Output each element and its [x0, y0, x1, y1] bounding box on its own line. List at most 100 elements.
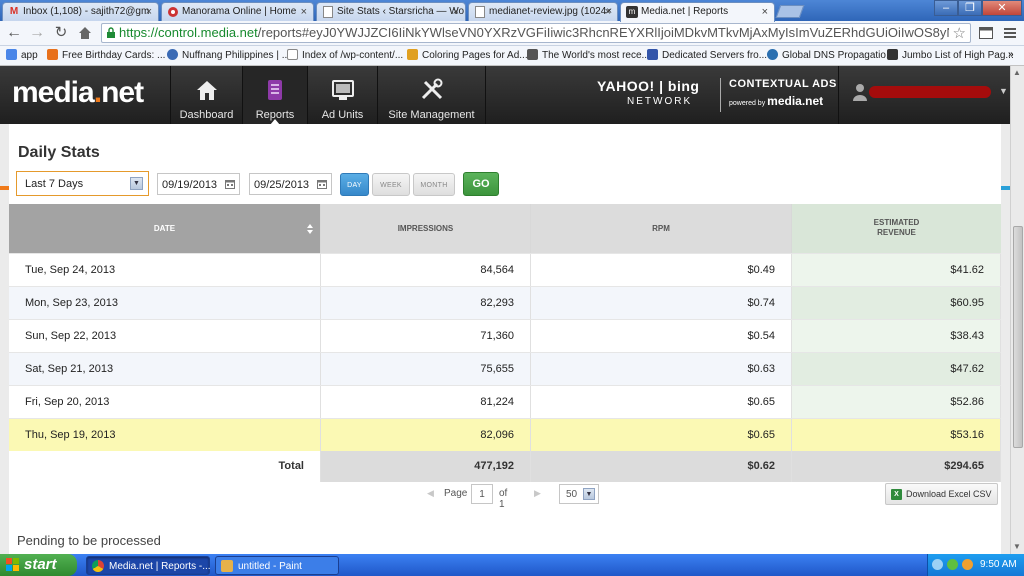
windows-flag-icon — [6, 558, 19, 571]
chevron-down-icon: ▼ — [999, 86, 1008, 96]
scrollbar-thumb[interactable] — [1013, 226, 1023, 448]
date-range-value: Last 7 Days — [25, 178, 84, 190]
wrench-menu-icon[interactable] — [1002, 25, 1018, 41]
tab-close-icon[interactable]: × — [301, 6, 307, 18]
column-header-impressions[interactable]: IMPRESSIONS — [321, 204, 531, 253]
tab-close-icon[interactable]: × — [146, 6, 152, 18]
browser-tab-reports[interactable]: m Media.net | Reports × — [620, 2, 775, 22]
start-button[interactable]: start — [0, 554, 77, 576]
bookmark-dns-propagation[interactable]: Global DNS Propagatio... — [767, 49, 894, 61]
coloring-icon — [407, 49, 418, 60]
scroll-up-icon[interactable]: ▲ — [1013, 68, 1021, 77]
taskbar-item-paint[interactable]: untitled - Paint — [215, 556, 339, 575]
minimize-button[interactable]: – — [934, 0, 958, 16]
end-date-field[interactable]: 09/25/2013 — [249, 173, 332, 195]
date-range-select[interactable]: Last 7 Days ▼ — [16, 171, 149, 196]
calendar-icon[interactable] — [317, 179, 327, 189]
cell-revenue: $60.95 — [792, 287, 1001, 319]
scroll-down-icon[interactable]: ▼ — [1013, 542, 1021, 551]
next-page-icon[interactable]: ▶ — [534, 488, 541, 499]
bookmark-jumbo-list[interactable]: Jumbo List of High Pag... — [887, 49, 1014, 61]
medianet-logo[interactable]: media.net — [12, 76, 144, 110]
user-menu[interactable]: ▼ — [838, 66, 1010, 124]
bookmark-birthday-cards[interactable]: Free Birthday Cards: ... — [47, 49, 165, 61]
cell-impressions: 71,360 — [321, 320, 531, 352]
cell-revenue: $53.16 — [792, 419, 1001, 451]
browser-tab-gmail[interactable]: M Inbox (1,108) - sajith72@gm × — [2, 2, 159, 21]
nav-ad-units[interactable]: Ad Units — [308, 66, 378, 124]
contextual-ads-logo: CONTEXTUAL ADS powered by media.net — [720, 78, 837, 112]
tray-security-icon[interactable] — [947, 559, 958, 570]
page-number-input[interactable]: 1 — [471, 484, 493, 504]
bookmark-nuffnang[interactable]: Nuffnang Philippines | ... — [167, 49, 290, 61]
cell-impressions: 75,655 — [321, 353, 531, 385]
bookmark-label: Nuffnang Philippines | ... — [182, 50, 291, 61]
nav-label: Site Management — [388, 109, 475, 121]
column-label: ESTIMATED — [873, 218, 920, 227]
redacted-username — [869, 86, 991, 98]
download-excel-button[interactable]: X Download Excel CSV — [885, 483, 998, 505]
bookmark-worlds-most[interactable]: The World's most rece... — [527, 49, 650, 61]
bookmark-app[interactable]: app — [6, 49, 38, 61]
chevron-down-icon: ▼ — [130, 177, 143, 190]
bookmark-dedicated-servers[interactable]: Dedicated Servers fro... — [647, 49, 767, 61]
tab-title: Media.net | Reports — [641, 6, 729, 17]
month-button[interactable]: MONTH — [413, 173, 455, 196]
total-impressions: 477,192 — [321, 451, 531, 482]
bookmark-label: The World's most rece... — [542, 50, 650, 61]
restore-button[interactable]: ❐ — [958, 0, 982, 16]
forward-icon[interactable]: → — [27, 24, 47, 42]
tray-network-icon[interactable] — [962, 559, 973, 570]
cell-date: Fri, Sep 20, 2013 — [9, 386, 321, 418]
cell-revenue: $47.62 — [792, 353, 1001, 385]
home-button[interactable] — [75, 24, 95, 42]
bookmark-star-icon[interactable]: ☆ — [953, 24, 966, 42]
tray-arrow-icon[interactable] — [932, 559, 943, 570]
tab-close-icon[interactable]: × — [762, 6, 768, 18]
browser-tab-manorama[interactable]: Manorama Online | Home × — [161, 2, 314, 21]
user-icon — [853, 84, 867, 101]
bookmark-wp-content[interactable]: Index of /wp-content/... — [287, 49, 403, 61]
taskbar-item-chrome[interactable]: Media.net | Reports -... — [86, 556, 211, 575]
logo-dot: . — [93, 76, 102, 109]
browser-tab-site-stats[interactable]: Site Stats ‹ Starsricha — Wo × — [316, 2, 466, 21]
home-icon — [196, 81, 217, 100]
paint-icon — [221, 560, 233, 572]
nav-label: Ad Units — [321, 109, 364, 121]
rows-per-page-select[interactable]: 50 ▼ — [559, 484, 599, 504]
browser-tab-image[interactable]: medianet-review.jpg (1024× × — [468, 2, 618, 21]
tab-close-icon[interactable]: × — [453, 6, 459, 18]
cell-revenue: $38.43 — [792, 320, 1001, 352]
calendar-icon[interactable] — [225, 179, 235, 189]
chevron-down-icon: ▼ — [583, 488, 595, 500]
tab-close-icon[interactable]: × — [605, 6, 611, 18]
back-icon[interactable]: ← — [4, 24, 24, 42]
cell-rpm: $0.49 — [531, 254, 792, 286]
bookmark-label: Global DNS Propagatio... — [782, 50, 895, 61]
close-window-button[interactable]: ✕ — [982, 0, 1022, 16]
page-menu-icon[interactable] — [978, 25, 994, 41]
nav-reports[interactable]: Reports — [243, 66, 308, 125]
nav-dashboard[interactable]: Dashboard — [170, 66, 243, 124]
day-button[interactable]: DAY — [340, 173, 369, 196]
partner-network: NETWORK — [627, 96, 693, 107]
bookmark-coloring-pages[interactable]: Coloring Pages for Ad... — [407, 49, 528, 61]
column-header-date[interactable]: DATE — [9, 204, 321, 253]
reload-icon[interactable]: ↻ — [51, 24, 71, 42]
table-row: Tue, Sep 24, 2013 84,564 $0.49 $41.62 — [9, 253, 1001, 286]
start-date-field[interactable]: 09/19/2013 — [157, 173, 240, 195]
apps-icon — [6, 49, 17, 60]
page-scrollbar[interactable]: ▲ ▼ — [1010, 66, 1024, 554]
week-button[interactable]: WEEK — [372, 173, 410, 196]
address-bar[interactable]: https://control.media.net/reports#eyJ0YW… — [101, 23, 971, 43]
nav-site-management[interactable]: Site Management — [378, 66, 486, 124]
bookmarks-overflow-icon[interactable]: » — [1008, 49, 1014, 60]
end-date-value: 09/25/2013 — [254, 179, 310, 191]
contextual-brand: media.net — [767, 94, 824, 108]
table-row: Mon, Sep 23, 2013 82,293 $0.74 $60.95 — [9, 286, 1001, 319]
prev-page-icon[interactable]: ◀ — [427, 488, 434, 499]
go-button[interactable]: GO — [463, 172, 499, 196]
new-tab-button[interactable] — [775, 5, 805, 18]
column-header-revenue[interactable]: ESTIMATED REVENUE — [792, 204, 1001, 253]
column-header-rpm[interactable]: RPM — [531, 204, 792, 253]
